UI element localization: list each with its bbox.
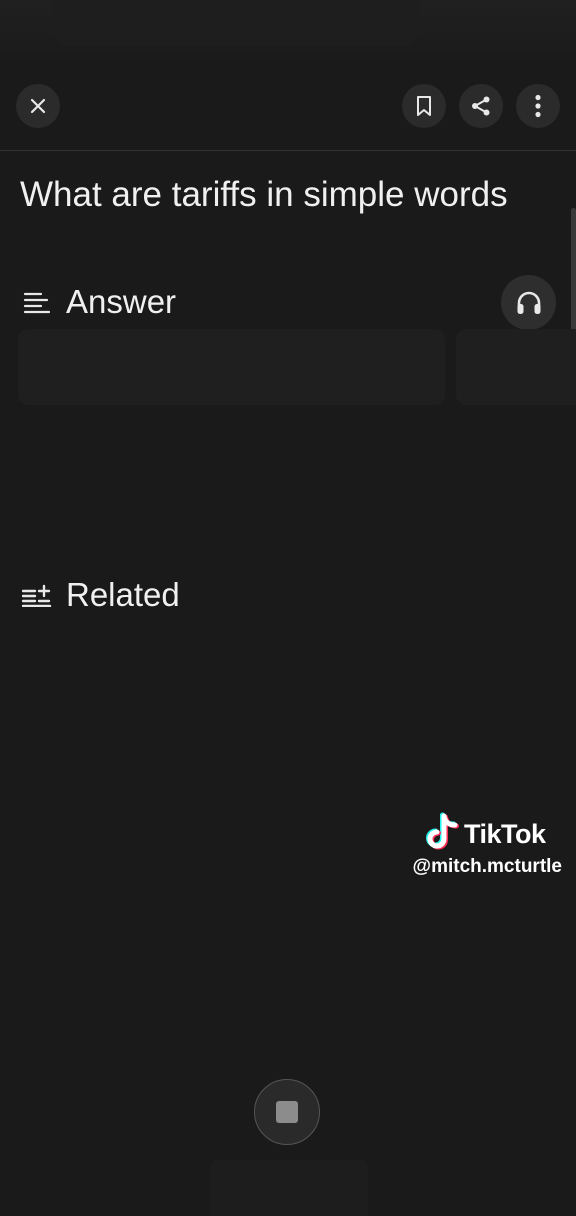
bookmark-button[interactable] (402, 84, 446, 128)
bookmark-icon (414, 95, 434, 117)
bottom-ghost-panel (210, 1160, 368, 1216)
share-button[interactable] (459, 84, 503, 128)
answer-source-card-placeholder (18, 329, 445, 405)
answer-section-header: Answer (22, 280, 176, 324)
header-divider (0, 150, 576, 151)
tiktok-logo-icon (424, 812, 460, 857)
related-label: Related (66, 576, 180, 613)
stop-icon (276, 1101, 298, 1123)
listen-button[interactable] (501, 275, 556, 330)
related-section-header: Related (22, 573, 180, 617)
top-ghost-bar (0, 0, 576, 58)
text-lines-icon (22, 287, 52, 317)
tiktok-watermark: TikTok (424, 812, 546, 857)
headphones-icon (515, 290, 543, 316)
close-button[interactable] (16, 84, 60, 128)
tiktok-handle: @mitch.mcturtle (412, 856, 562, 877)
answer-source-card-placeholder (456, 329, 576, 405)
stop-button[interactable] (254, 1079, 320, 1145)
share-icon (470, 95, 492, 117)
tiktok-brand: TikTok (464, 819, 546, 849)
more-options-button[interactable] (516, 84, 560, 128)
more-vertical-icon (534, 94, 542, 118)
answer-label: Answer (66, 283, 177, 320)
close-icon (28, 96, 48, 116)
top-ghost-pill (52, 0, 420, 46)
list-plus-icon (22, 580, 52, 610)
query-title: What are tariffs in simple words (20, 175, 508, 214)
